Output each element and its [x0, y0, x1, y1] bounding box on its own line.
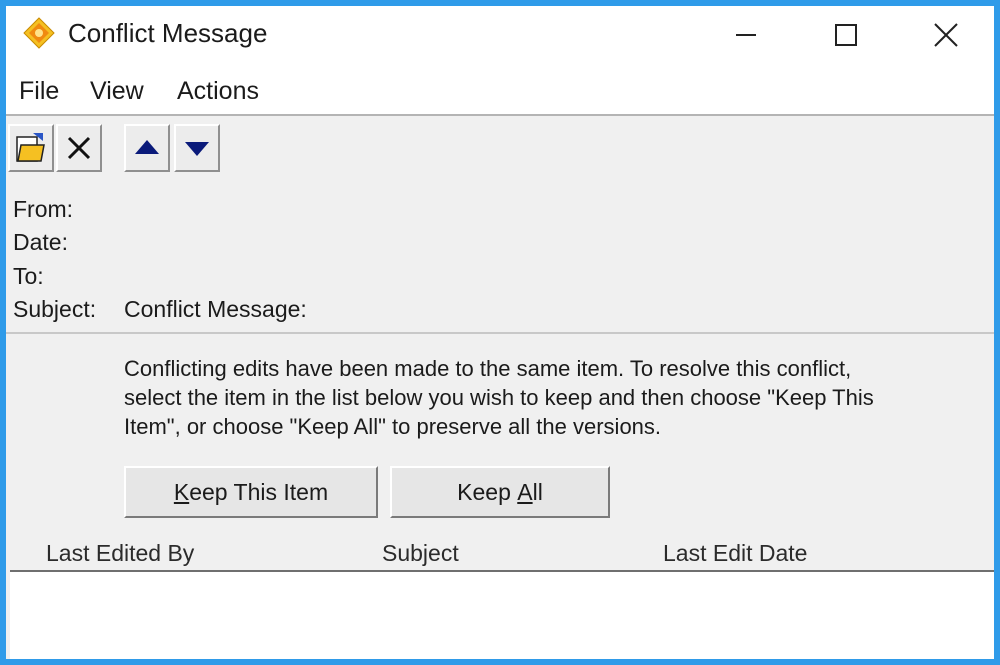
column-header-last-edited-by[interactable]: Last Edited By	[46, 540, 194, 567]
button-label: ll	[532, 478, 543, 505]
keep-this-item-button[interactable]: Keep This Item	[124, 466, 378, 518]
date-label: Date:	[13, 229, 68, 255]
minimize-icon	[736, 34, 756, 36]
menu-actions[interactable]: Actions	[177, 77, 259, 106]
delete-x-icon	[67, 136, 91, 160]
close-button[interactable]	[898, 6, 994, 64]
keep-all-button[interactable]: Keep All	[390, 466, 610, 518]
maximize-icon	[835, 24, 857, 46]
column-header-subject[interactable]: Subject	[382, 540, 459, 567]
subject-value: Conflict Message:	[124, 296, 307, 322]
subject-label: Subject:	[13, 296, 97, 322]
down-arrow-icon	[185, 142, 209, 156]
message-line: Conflicting edits have been made to the …	[124, 356, 852, 381]
to-label: To:	[13, 263, 44, 289]
title-bar[interactable]: Conflict Message	[6, 6, 994, 64]
menu-file[interactable]: File	[19, 77, 59, 106]
menu-view[interactable]: View	[90, 77, 144, 106]
versions-list[interactable]	[10, 570, 994, 659]
close-icon	[934, 23, 958, 47]
accelerator-key: K	[173, 478, 190, 505]
message-line: select the item in the list below you wi…	[124, 385, 874, 410]
open-button[interactable]	[8, 124, 54, 172]
maximize-button[interactable]	[798, 6, 894, 64]
accelerator-key: A	[517, 478, 533, 505]
button-label: Keep	[457, 478, 518, 505]
from-label: From:	[13, 196, 74, 222]
minimize-button[interactable]	[698, 6, 794, 64]
window-title: Conflict Message	[68, 18, 268, 48]
conflict-message-window: Conflict Message File View Actions From:…	[6, 6, 994, 659]
up-arrow-icon	[135, 140, 159, 154]
header-divider	[6, 332, 994, 334]
app-diamond-icon	[22, 16, 56, 50]
previous-item-button[interactable]	[124, 124, 170, 172]
message-line: Item", or choose "Keep All" to preserve …	[124, 414, 662, 439]
conflict-message-text: Conflicting edits have been made to the …	[124, 354, 964, 441]
next-item-button[interactable]	[174, 124, 220, 172]
delete-button[interactable]	[56, 124, 102, 172]
button-label: eep This Item	[189, 478, 329, 505]
menu-bar: File View Actions	[6, 64, 994, 116]
column-header-last-edit-date[interactable]: Last Edit Date	[663, 540, 807, 567]
open-document-icon	[16, 133, 45, 162]
toolbar	[6, 116, 994, 184]
